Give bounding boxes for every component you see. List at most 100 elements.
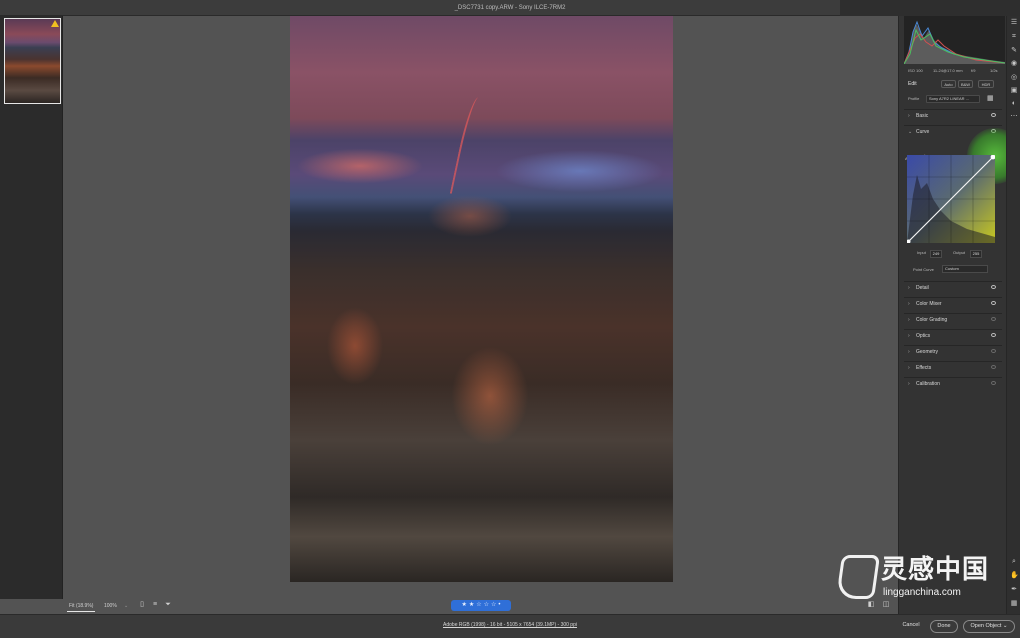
profile-row: Profile Sony A7R2 LINEAR ... ▦	[899, 94, 1007, 104]
eye-icon[interactable]	[991, 301, 996, 305]
canvas-toolbar: Fit (18.9%) 100% ⌄ ▯ ≡ ⏷ ★ ★ ☆ ☆ ☆ • ◧ ◫	[64, 598, 898, 614]
sort-icon[interactable]: ≡	[151, 601, 159, 609]
section-label: Color Grading	[916, 317, 948, 323]
chevron-right-icon: ›	[908, 317, 910, 323]
done-button[interactable]: Done	[930, 620, 958, 633]
tool-strip: ☰ ⌗ ✎ ◉ ◎ ▣ ◐ ⋯ ⌕ ✋ ✒ ▦	[1006, 16, 1020, 614]
point-curve-label: Point Curve	[913, 267, 934, 272]
chevron-down-icon: ⌄	[908, 129, 913, 135]
eye-icon[interactable]	[991, 285, 996, 289]
edit-sliders-icon[interactable]: ☰	[1010, 19, 1018, 27]
iso-value: ISO 100	[908, 68, 923, 73]
chevron-down-icon[interactable]: ⌄	[1003, 623, 1008, 629]
lens-value: 11-24@17.0 mm	[933, 68, 963, 73]
aperture-value: f/9	[971, 68, 976, 73]
title-bar: _DSC7731 copy.ARW - Sony ILCE-7RM2	[0, 0, 1020, 16]
cancel-button[interactable]: Cancel	[897, 620, 925, 633]
color-sampler-icon[interactable]: ✒	[1010, 586, 1018, 594]
presets-icon[interactable]: ◐	[1010, 100, 1018, 108]
section-color-mixer[interactable]: › Color Mixer	[904, 297, 1002, 310]
fit-zoom-button[interactable]: Fit (18.9%)	[67, 601, 96, 612]
hand-icon[interactable]: ✋	[1010, 572, 1019, 580]
profile-browser-icon[interactable]: ▦	[987, 95, 994, 102]
watermark-logo-icon	[835, 555, 881, 599]
eye-icon[interactable]	[991, 349, 996, 353]
more-icon[interactable]: ⋯	[1010, 113, 1018, 121]
warning-triangle-icon	[51, 20, 59, 27]
tone-curve-graph[interactable]	[906, 154, 996, 244]
point-curve-select[interactable]: Custom	[942, 265, 988, 273]
chevron-down-icon[interactable]: ⌄	[124, 601, 128, 611]
auto-button[interactable]: Auto	[941, 80, 956, 88]
eye-icon[interactable]	[991, 333, 996, 337]
section-label: Optics	[916, 333, 931, 339]
star-icon[interactable]: ☆	[476, 600, 481, 611]
input-label: Input	[917, 250, 926, 255]
filmstrip-toggle-icon[interactable]: ▯	[138, 601, 146, 609]
filmstrip	[0, 16, 63, 599]
eye-icon[interactable]	[991, 381, 996, 385]
shutter-value: 1/2s	[990, 68, 998, 73]
section-color-grading[interactable]: › Color Grading	[904, 313, 1002, 326]
section-label: Detail	[916, 285, 929, 291]
edit-title: Edit	[908, 81, 917, 87]
tone-curve[interactable]	[906, 154, 996, 244]
title-bar-right	[840, 0, 1020, 16]
workflow-options-link[interactable]: Adobe RGB (1998) - 16 bit - 5105 x 7654 …	[0, 622, 1020, 628]
edit-header: Edit Auto B&W HDR	[899, 78, 1007, 90]
star-icon[interactable]: ★	[469, 600, 474, 611]
filmstrip-thumbnail[interactable]	[4, 18, 61, 104]
watermark-cn-text: 灵感中国	[881, 555, 990, 585]
profile-select[interactable]: Sony A7R2 LINEAR ...	[926, 95, 980, 103]
section-label: Geometry	[916, 349, 938, 355]
curve-io-row: Input 249 Output 255	[899, 248, 1007, 258]
star-rating[interactable]: ★ ★ ☆ ☆ ☆ •	[451, 600, 511, 611]
section-label: Basic	[916, 113, 929, 119]
image-canvas	[64, 16, 898, 598]
section-detail[interactable]: › Detail	[904, 281, 1002, 294]
star-icon[interactable]: ★	[461, 600, 466, 611]
open-object-label: Open Object	[970, 623, 1002, 629]
eye-icon[interactable]	[991, 317, 996, 321]
red-eye-icon[interactable]: ◎	[1010, 74, 1018, 82]
camera-raw-window: _DSC7731 copy.ARW - Sony ILCE-7RM2 Fit (…	[0, 0, 1020, 638]
footer-bar: Adobe RGB (1998) - 16 bit - 5105 x 7654 …	[0, 614, 1020, 638]
section-label: Color Mixer	[916, 301, 942, 307]
mask-icon[interactable]: ◉	[1010, 60, 1018, 68]
section-calibration[interactable]: › Calibration	[904, 377, 1002, 390]
section-geometry[interactable]: › Geometry	[904, 345, 1002, 358]
window-title: _DSC7731 copy.ARW - Sony ILCE-7RM2	[454, 5, 566, 11]
crop-icon[interactable]: ⌗	[1010, 33, 1018, 41]
eye-icon[interactable]	[991, 113, 996, 117]
chevron-right-icon: ›	[908, 333, 910, 339]
star-icon[interactable]: ☆	[491, 600, 496, 611]
section-optics[interactable]: › Optics	[904, 329, 1002, 342]
grid-icon[interactable]: ▦	[1010, 600, 1018, 608]
chevron-right-icon: ›	[908, 285, 910, 291]
output-field[interactable]: 255	[970, 250, 982, 258]
histogram-graph	[904, 20, 1005, 64]
photo-preview[interactable]	[290, 16, 673, 582]
watermark: 灵感中国 lingganchina.com	[833, 553, 1003, 605]
profile-label: Profile	[908, 96, 920, 101]
section-effects[interactable]: › Effects	[904, 361, 1002, 374]
chevron-right-icon: ›	[908, 381, 910, 387]
input-field[interactable]: 249	[930, 250, 942, 258]
histogram	[904, 16, 1005, 64]
zoom-icon[interactable]: ⌕	[1010, 558, 1018, 566]
bw-button[interactable]: B&W	[958, 80, 973, 88]
section-basic[interactable]: › Basic	[904, 109, 1002, 122]
zoom-100-button[interactable]: 100%	[104, 601, 117, 611]
healing-brush-icon[interactable]: ✎	[1010, 47, 1018, 55]
snapshots-icon[interactable]: ▣	[1010, 87, 1018, 95]
eye-icon[interactable]	[991, 365, 996, 369]
hdr-button[interactable]: HDR	[978, 80, 994, 88]
point-curve-row: Point Curve Custom	[899, 265, 1007, 275]
section-label: Curve	[916, 129, 930, 135]
flag-dot-icon[interactable]: •	[498, 600, 500, 611]
filter-icon[interactable]: ⏷	[164, 601, 172, 609]
section-label: Effects	[916, 365, 932, 371]
rainbow-detail	[449, 95, 485, 197]
star-icon[interactable]: ☆	[484, 600, 489, 611]
open-object-button[interactable]: Open Object ⌄	[963, 620, 1015, 633]
